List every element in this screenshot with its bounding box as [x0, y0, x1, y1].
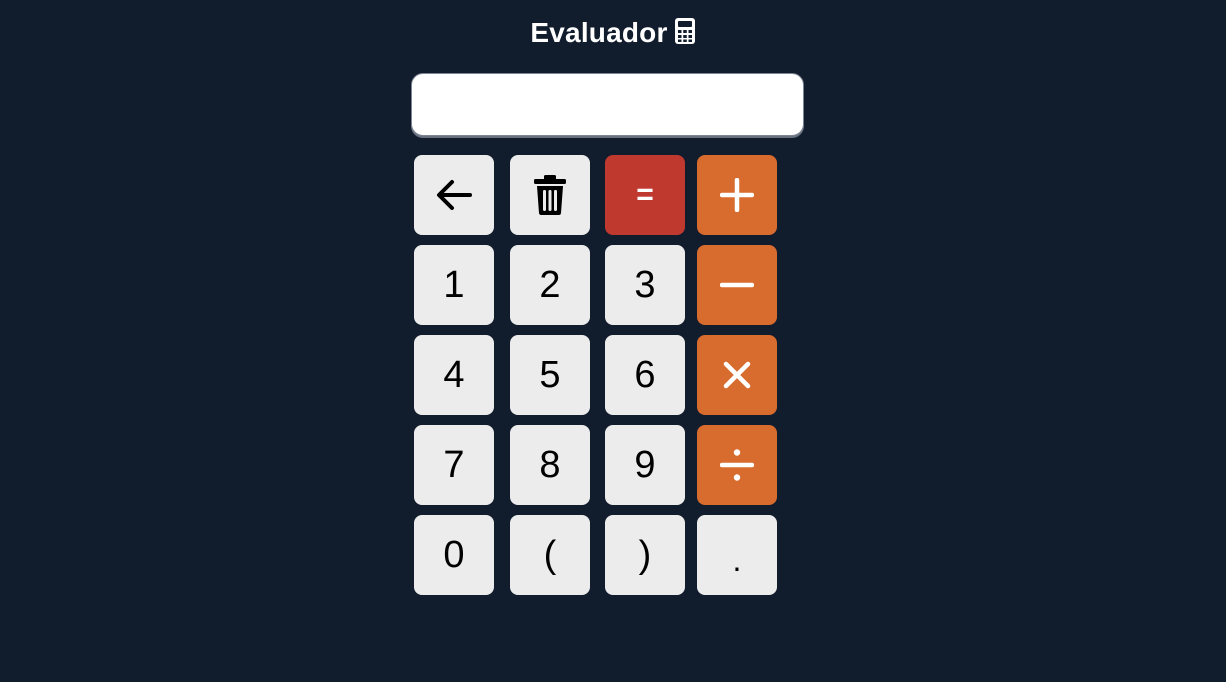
clear-button[interactable]: [510, 155, 590, 235]
digit-6-button[interactable]: 6: [605, 335, 685, 415]
divide-button[interactable]: [697, 425, 777, 505]
page-title: Evaluador: [0, 15, 1226, 54]
digit-0-button[interactable]: 0: [414, 515, 494, 595]
times-icon: [723, 361, 751, 389]
digit-3-button[interactable]: 3: [605, 245, 685, 325]
digit-7-button[interactable]: 7: [414, 425, 494, 505]
open-paren-button[interactable]: (: [510, 515, 590, 595]
expression-input[interactable]: [411, 73, 804, 136]
digit-2-button[interactable]: 2: [510, 245, 590, 325]
digit-1-button[interactable]: 1: [414, 245, 494, 325]
minus-button[interactable]: [697, 245, 777, 325]
close-paren-button[interactable]: ): [605, 515, 685, 595]
multiply-button[interactable]: [697, 335, 777, 415]
decimal-point-button[interactable]: .: [697, 515, 777, 595]
digit-9-button[interactable]: 9: [605, 425, 685, 505]
trash-icon: [532, 174, 568, 216]
digit-4-button[interactable]: 4: [414, 335, 494, 415]
plus-button[interactable]: [697, 155, 777, 235]
calculator-icon: [674, 17, 696, 54]
divide-icon: [720, 448, 754, 482]
title-text: Evaluador: [530, 17, 668, 48]
digit-8-button[interactable]: 8: [510, 425, 590, 505]
digit-5-button[interactable]: 5: [510, 335, 590, 415]
arrow-left-icon: [434, 178, 474, 212]
equals-button[interactable]: =: [605, 155, 685, 235]
plus-icon: [720, 178, 754, 212]
backspace-button[interactable]: [414, 155, 494, 235]
minus-icon: [720, 281, 754, 289]
